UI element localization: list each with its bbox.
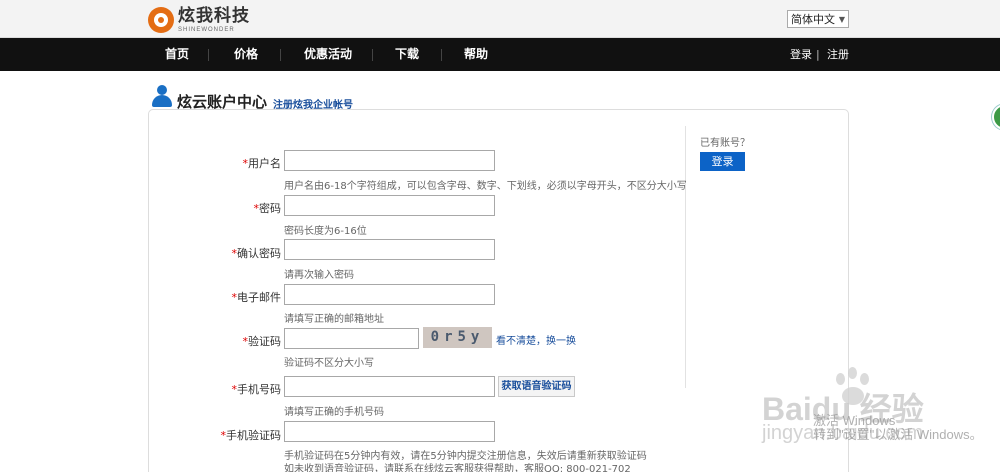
nav-divider xyxy=(372,49,373,61)
nav-login-link[interactable]: 登录 xyxy=(790,38,812,71)
email-label: *电子邮件 xyxy=(231,291,282,304)
username-hint: 用户名由6-18个字符组成，可以包含字母、数字、下划线，必须以字母开头，不区分大… xyxy=(284,181,687,192)
nav-divider xyxy=(208,49,209,61)
nav-item-download[interactable]: 下载 xyxy=(391,38,423,71)
voice-code-button[interactable]: 获取语音验证码 xyxy=(498,376,575,397)
sms-code-input[interactable] xyxy=(284,421,495,442)
logo-subtext: SHINEWONDER xyxy=(178,26,235,33)
panel-divider xyxy=(685,126,686,388)
email-input[interactable] xyxy=(284,284,495,305)
language-value: 简体中文 xyxy=(791,13,835,26)
nav-divider xyxy=(441,49,442,61)
phone-input[interactable] xyxy=(284,376,495,397)
nav-register-link[interactable]: 注册 xyxy=(827,38,849,71)
nav-divider-text: | xyxy=(816,48,820,61)
confirm-password-label: *确认密码 xyxy=(231,247,282,260)
password-label: *密码 xyxy=(253,202,282,215)
captcha-hint: 验证码不区分大小写 xyxy=(284,358,374,369)
top-bar: 炫我科技 SHINEWONDER 简体中文 ▼ xyxy=(0,0,1000,38)
logo-icon xyxy=(148,7,174,33)
nav-item-promotions[interactable]: 优惠活动 xyxy=(299,38,357,71)
username-input[interactable] xyxy=(284,150,495,171)
sms-code-hint-2: 如未收到语音验证码，请联系在线炫云客服获得帮助，客服QQ: 800-021-70… xyxy=(284,464,631,472)
main-nav: 首页 价格 优惠活动 下载 帮助 登录 | 注册 xyxy=(0,38,1000,71)
captcha-image[interactable]: 0r5y xyxy=(423,327,492,348)
email-hint: 请填写正确的邮箱地址 xyxy=(284,314,384,325)
phone-hint: 请填写正确的手机号码 xyxy=(284,407,384,418)
captcha-label: *验证码 xyxy=(242,335,282,348)
sms-code-label: *手机验证码 xyxy=(220,429,282,442)
nav-item-home[interactable]: 首页 xyxy=(161,38,193,71)
language-select[interactable]: 简体中文 ▼ xyxy=(787,10,849,28)
captcha-input[interactable] xyxy=(284,328,419,349)
windows-activation-watermark: 激活 Windows 转到"设置"以激活 Windows。 xyxy=(813,413,983,442)
confirm-password-hint: 请再次输入密码 xyxy=(284,270,354,281)
nav-item-pricing[interactable]: 价格 xyxy=(230,38,262,71)
logo-text: 炫我科技 xyxy=(178,5,250,26)
captcha-refresh-link[interactable]: 看不清楚，换一换 xyxy=(496,332,576,347)
nav-item-help[interactable]: 帮助 xyxy=(460,38,492,71)
username-label: *用户名 xyxy=(242,157,282,170)
logo[interactable]: 炫我科技 SHINEWONDER xyxy=(148,6,250,34)
password-hint: 密码长度为6-16位 xyxy=(284,226,367,237)
phone-label: *手机号码 xyxy=(231,383,282,396)
nav-divider xyxy=(280,49,281,61)
confirm-password-input[interactable] xyxy=(284,239,495,260)
user-icon xyxy=(150,85,174,107)
chevron-down-icon: ▼ xyxy=(838,14,845,24)
has-account-text: 已有账号？ xyxy=(700,138,750,149)
login-button[interactable]: 登录 xyxy=(700,152,745,171)
password-input[interactable] xyxy=(284,195,495,216)
floating-service-icon[interactable] xyxy=(992,104,1000,130)
